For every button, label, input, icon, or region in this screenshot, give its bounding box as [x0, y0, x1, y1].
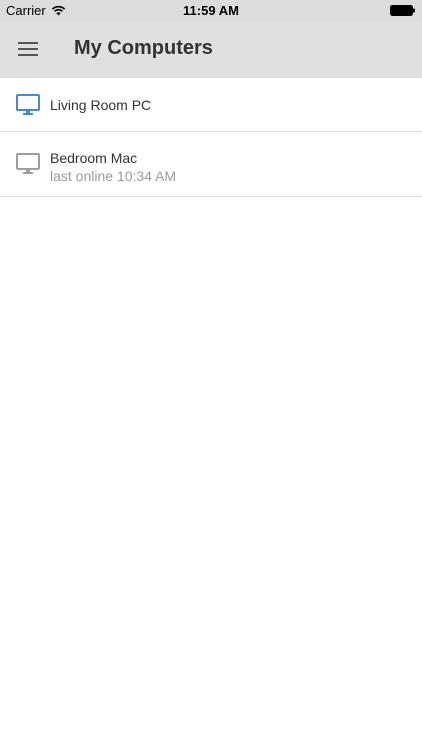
monitor-icon: [16, 94, 40, 115]
computer-status: last online 10:34 AM: [50, 168, 177, 184]
status-bar: Carrier 11:59 AM: [0, 0, 422, 21]
computer-name: Living Room PC: [50, 97, 152, 113]
computer-list: Living Room PC Bedroom Mac last online 1…: [0, 78, 422, 197]
status-time: 11:59 AM: [183, 3, 239, 18]
computer-item-bedroom-mac[interactable]: Bedroom Mac last online 10:34 AM: [0, 132, 422, 197]
computer-item-living-room-pc[interactable]: Living Room PC: [0, 78, 422, 132]
monitor-icon: [16, 153, 40, 174]
app-bar: My Computers: [0, 21, 422, 78]
battery-icon: [390, 5, 415, 16]
page-title: My Computers: [74, 37, 213, 59]
menu-icon: [18, 42, 38, 56]
computer-name: Bedroom Mac: [50, 150, 138, 166]
menu-button[interactable]: [12, 34, 44, 64]
